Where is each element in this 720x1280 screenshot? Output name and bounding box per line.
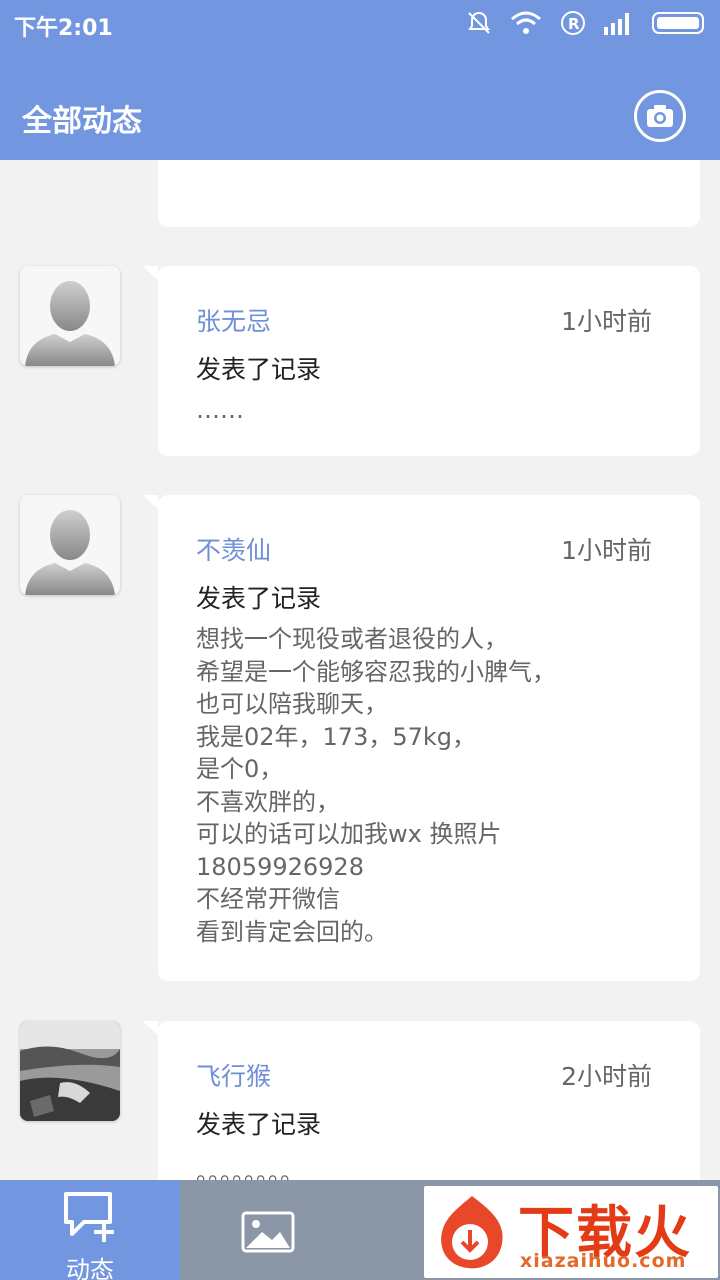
status-icons: R — [466, 10, 708, 36]
page-title: 全部动态 — [22, 104, 142, 139]
default-avatar-icon — [25, 281, 115, 366]
mute-bell-icon — [468, 11, 490, 34]
post-time: 2小时前 — [561, 1062, 652, 1091]
feed-card[interactable]: 飞行猴 2小时前 发表了记录 。。。。。。。。 — [142, 1021, 700, 1180]
post-content: 想找一个现役或者退役的人， 希望是一个能够容忍我的小脾气， 也可以陪我聊天， 我… — [196, 625, 556, 946]
status-time: 下午2:01 — [14, 16, 113, 41]
chat-add-icon — [64, 1192, 114, 1242]
post-content: …… — [196, 396, 244, 424]
signal-icon — [604, 13, 629, 35]
default-avatar-icon — [25, 510, 115, 595]
registered-icon: R — [561, 11, 585, 35]
avatar[interactable] — [20, 266, 120, 366]
svg-text:R: R — [568, 15, 580, 33]
post-time: 1小时前 — [561, 307, 652, 336]
feed-card[interactable]: 张无忌 1小时前 发表了记录 …… — [142, 266, 700, 456]
post-author[interactable]: 不羡仙 — [196, 531, 271, 567]
post-content: 。。。。。。。。 — [196, 1159, 304, 1180]
post-time: 1小时前 — [561, 536, 652, 565]
post-action: 发表了记录 — [196, 355, 322, 384]
post-action: 发表了记录 — [196, 1110, 322, 1139]
feed-card[interactable]: 不羡仙 1小时前 发表了记录 想找一个现役或者退役的人， 希望是一个能够容忍我的… — [142, 495, 700, 981]
camera-icon — [647, 105, 673, 127]
battery-icon — [652, 12, 704, 34]
camera-button[interactable] — [634, 90, 686, 142]
post-author[interactable]: 张无忌 — [196, 302, 271, 338]
wifi-icon — [511, 11, 541, 34]
watermark-badge: 下载火 xiazaihuo.com — [424, 1186, 718, 1278]
bottom-tab-bar: 动态 下载火 xiazaihuo.com — [0, 1180, 720, 1280]
avatar[interactable] — [20, 1021, 120, 1121]
post-author[interactable]: 飞行猴 — [196, 1057, 271, 1093]
image-icon — [241, 1211, 295, 1253]
flame-logo-icon — [441, 1196, 503, 1269]
photo-avatar-image — [20, 1021, 120, 1121]
feed-card-partial[interactable] — [158, 160, 700, 227]
status-bar: 下午2:01 R — [0, 0, 720, 50]
watermark-domain: xiazaihuo.com — [520, 1250, 687, 1272]
tab-feed[interactable]: 动态 — [0, 1180, 180, 1280]
app-header: 下午2:01 R 全部动态 — [0, 0, 720, 160]
tab-images[interactable] — [240, 1210, 296, 1258]
tab-feed-label: 动态 — [66, 1256, 114, 1280]
feed-list[interactable]: 张无忌 1小时前 发表了记录 …… 不羡仙 1小时前 发表了记录 想找一个现役或… — [0, 160, 720, 1180]
post-action: 发表了记录 — [196, 584, 322, 613]
avatar[interactable] — [20, 495, 120, 595]
